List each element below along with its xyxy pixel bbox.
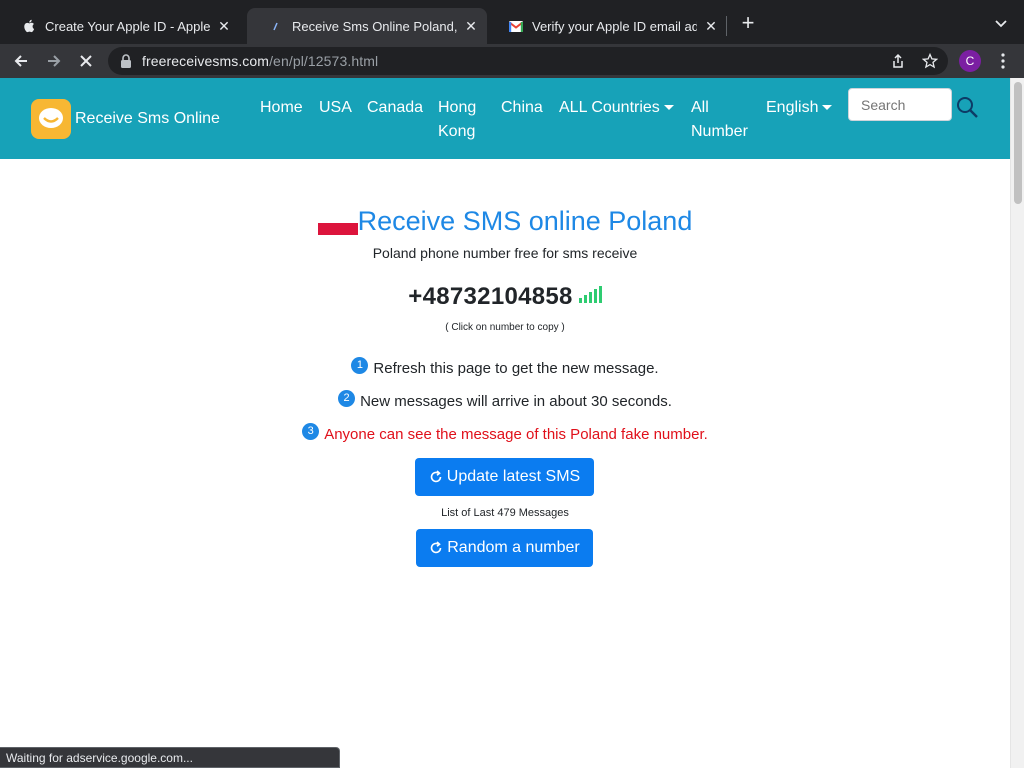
- tab-title: Create Your Apple ID - Apple: [45, 18, 210, 34]
- phone-number-row: +48732104858: [0, 283, 1010, 311]
- nav-china[interactable]: China: [501, 96, 543, 120]
- random-number-button[interactable]: Random a number: [416, 529, 593, 567]
- update-button-label: Update latest SMS: [446, 468, 581, 485]
- share-icon[interactable]: [890, 53, 906, 69]
- site-navbar: Receive Sms Online Home USA Canada Hong …: [0, 78, 1010, 159]
- search-input[interactable]: [848, 88, 952, 121]
- gmail-icon: [509, 19, 523, 33]
- update-latest-sms-button[interactable]: Update latest SMS: [415, 458, 594, 496]
- nav-all-countries-label: ALL Countries: [559, 99, 660, 116]
- url-text: freereceivesms.com/en/pl/12573.html: [142, 53, 379, 69]
- step-number-badge: 1: [351, 356, 369, 374]
- stop-loading-icon[interactable]: [74, 49, 98, 73]
- lock-icon: [121, 54, 131, 68]
- nav-language-dropdown[interactable]: English: [766, 96, 833, 120]
- new-tab-icon[interactable]: +: [737, 12, 759, 34]
- refresh-icon: [430, 470, 442, 483]
- brand-name: Receive Sms Online: [75, 110, 220, 127]
- instruction-step-2: 2 New messages will arrive in about 30 s…: [0, 389, 1010, 410]
- tab-title: Verify your Apple ID email addr: [532, 18, 697, 34]
- site-icon: [269, 19, 283, 33]
- close-icon[interactable]: ✕: [463, 18, 479, 34]
- copy-hint: ( Click on number to copy ): [445, 322, 565, 333]
- loading-status-bar: Waiting for adservice.google.com...: [0, 747, 340, 768]
- page-subtitle: Poland phone number free for sms receive: [372, 245, 638, 261]
- signal-strength-icon: [578, 286, 602, 303]
- star-icon[interactable]: [921, 52, 939, 69]
- nav-language-label: English: [766, 99, 819, 116]
- tab-receive-sms[interactable]: Receive Sms Online Poland,Pol ✕: [247, 8, 487, 44]
- nav-hong-kong[interactable]: Hong Kong: [438, 96, 488, 144]
- phone-number[interactable]: +48732104858: [408, 283, 572, 311]
- page-title: Receive SMS online Poland: [357, 206, 693, 236]
- step-text: New messages will arrive in about 30 sec…: [360, 393, 672, 410]
- caret-down-icon: [822, 105, 833, 111]
- tab-apple-id[interactable]: Create Your Apple ID - Apple ✕: [0, 8, 240, 44]
- refresh-icon: [430, 541, 442, 554]
- browser-tab-bar: Create Your Apple ID - Apple ✕ Receive S…: [0, 0, 1024, 44]
- nav-all-number[interactable]: All Number: [691, 96, 748, 144]
- profile-avatar[interactable]: C: [959, 50, 981, 72]
- nav-canada[interactable]: Canada: [367, 96, 423, 120]
- close-icon[interactable]: ✕: [216, 18, 232, 34]
- page-viewport: Receive Sms Online Home USA Canada Hong …: [0, 78, 1024, 768]
- back-arrow-icon[interactable]: [9, 49, 33, 73]
- message-count-note: List of Last 479 Messages: [441, 507, 569, 519]
- nav-home[interactable]: Home: [260, 96, 303, 120]
- nav-all-countries-dropdown[interactable]: ALL Countries: [559, 96, 674, 120]
- close-icon[interactable]: ✕: [703, 18, 719, 34]
- scrollbar-thumb[interactable]: [1014, 82, 1022, 204]
- poland-flag-icon: [317, 211, 358, 235]
- step-number-badge: 2: [338, 389, 356, 407]
- apple-icon: [22, 19, 36, 33]
- tab-verify-apple-id[interactable]: Verify your Apple ID email addr ✕: [487, 8, 727, 44]
- address-bar[interactable]: freereceivesms.com/en/pl/12573.html: [108, 47, 948, 75]
- page-heading: Receive SMS online Poland: [0, 205, 1010, 237]
- forward-arrow-icon[interactable]: [42, 49, 66, 73]
- search-icon[interactable]: [955, 95, 979, 119]
- instruction-step-1: 1 Refresh this page to get the new messa…: [0, 356, 1010, 377]
- step-number-badge: 3: [302, 422, 320, 440]
- page-scrollbar[interactable]: [1010, 78, 1024, 768]
- more-menu-icon[interactable]: [995, 52, 1011, 70]
- step-warning-text: Anyone can see the message of this Polan…: [324, 426, 708, 443]
- browser-toolbar: freereceivesms.com/en/pl/12573.html C: [0, 44, 1024, 78]
- caret-down-icon: [663, 105, 674, 111]
- chevron-down-icon[interactable]: [992, 14, 1010, 32]
- site-brand[interactable]: Receive Sms Online: [31, 99, 220, 139]
- random-button-label: Random a number: [447, 539, 580, 556]
- tab-title: Receive Sms Online Poland,Pol: [292, 18, 457, 34]
- nav-usa[interactable]: USA: [319, 96, 352, 120]
- tab-separator: [726, 16, 727, 36]
- chat-bubble-logo-icon: [31, 99, 71, 139]
- instruction-step-3: 3 Anyone can see the message of this Pol…: [0, 422, 1010, 443]
- step-text: Refresh this page to get the new message…: [373, 360, 659, 377]
